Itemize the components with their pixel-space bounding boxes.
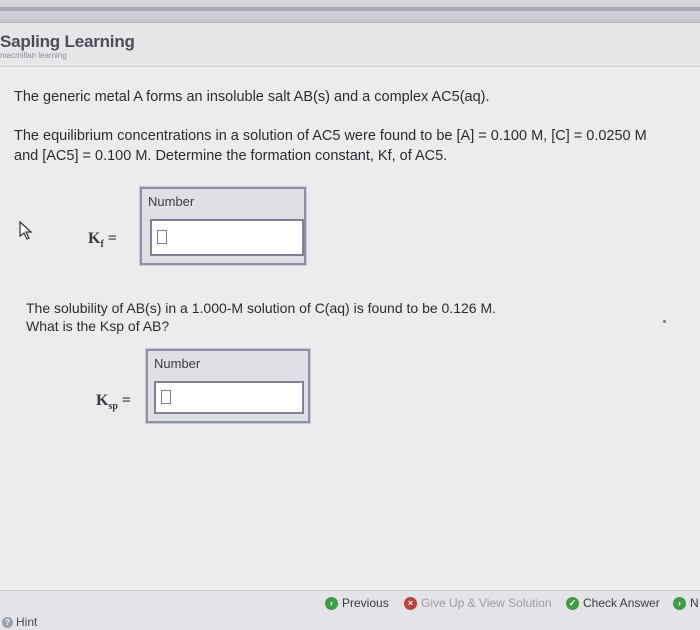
cursor-icon: [19, 220, 33, 240]
give-up-button[interactable]: × Give Up & View Solution: [404, 596, 552, 610]
part2-line-2: What is the Ksp of AB?: [26, 318, 170, 334]
ksp-subscript: sp: [108, 401, 118, 413]
hint-label: Hint: [16, 615, 38, 629]
next-button[interactable]: › N: [673, 596, 699, 610]
kf-equals: =: [107, 230, 117, 247]
previous-icon: ‹: [325, 596, 338, 610]
question-line-1: The equilibrium concentrations in a solu…: [14, 128, 647, 144]
kf-number-label: Number: [148, 194, 195, 209]
kf-input[interactable]: [150, 219, 304, 256]
brand-tagline: macmillan learning: [0, 51, 67, 60]
question-intro: The generic metal A forms an insoluble s…: [14, 89, 490, 105]
check-icon: ✓: [566, 596, 579, 610]
ksp-label: Ksp =: [96, 392, 131, 412]
kf-input-caret: [157, 230, 167, 244]
question-part-2: The solubility of AB(s) in a 1.000-M sol…: [26, 299, 496, 335]
kf-subscript: f: [100, 239, 104, 251]
give-up-label: Give Up & View Solution: [421, 596, 552, 610]
ksp-input[interactable]: [154, 381, 304, 414]
hint-button[interactable]: ? Hint: [2, 615, 37, 629]
stray-dot: [663, 320, 666, 323]
previous-label: Previous: [342, 596, 389, 610]
ksp-symbol: K: [96, 392, 109, 409]
top-bar-stripe: [0, 7, 700, 11]
brand-name: Sapling Learning: [0, 32, 135, 51]
next-icon: ›: [673, 596, 686, 610]
give-up-icon: ×: [404, 596, 417, 610]
brand-logo: Sapling Learning macmillan learning: [0, 32, 135, 60]
footer-bar: ‹ Previous × Give Up & View Solution ✓ C…: [0, 590, 700, 630]
check-answer-label: Check Answer: [583, 596, 660, 610]
ksp-answer-box: Number: [146, 349, 310, 423]
previous-button[interactable]: ‹ Previous: [325, 596, 389, 610]
question-text: The equilibrium concentrations in a solu…: [14, 126, 700, 166]
part2-line-1: The solubility of AB(s) in a 1.000-M sol…: [26, 300, 497, 316]
ksp-number-label: Number: [154, 356, 201, 371]
check-answer-button[interactable]: ✓ Check Answer: [566, 596, 660, 610]
next-label: N: [690, 596, 699, 610]
kf-symbol: K: [88, 230, 101, 247]
kf-label: Kf =: [88, 230, 117, 250]
ksp-equals: =: [121, 392, 132, 409]
hint-icon: ?: [2, 616, 13, 628]
question-panel: The generic metal A forms an insoluble s…: [0, 66, 700, 597]
browser-top-bar: [0, 0, 700, 23]
ksp-input-caret: [161, 390, 171, 404]
question-line-2: and [AC5] = 0.100 M. Determine the forma…: [14, 148, 448, 164]
kf-answer-box: Number: [140, 187, 306, 265]
